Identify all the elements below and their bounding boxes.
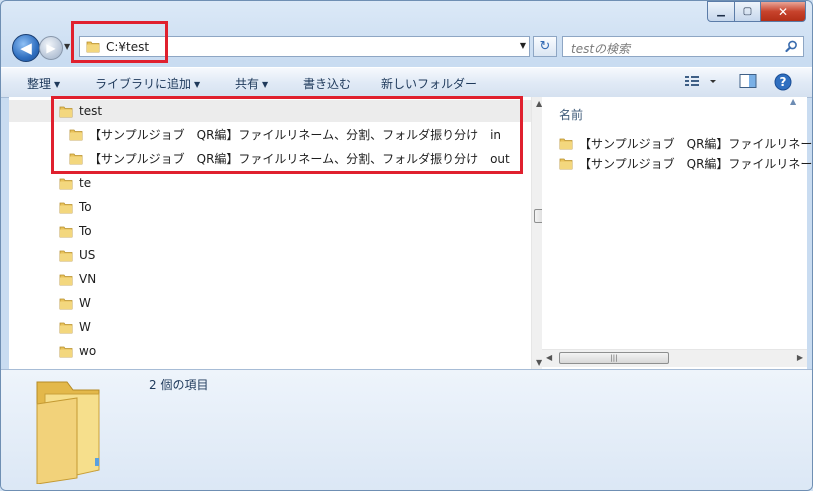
back-button[interactable]: ◀ xyxy=(12,34,40,62)
tree-item[interactable]: VN xyxy=(59,268,96,290)
tree-item-label: To xyxy=(79,224,92,238)
folder-icon xyxy=(59,298,73,310)
tree-item[interactable]: To xyxy=(59,220,92,242)
window-controls: ▁ ▢ ✕ xyxy=(707,1,806,22)
file-list-item-label: 【サンプルジョブ QR編】ファイルリネーム、分割、フォルダ振り分け out xyxy=(579,156,813,171)
organize-menu[interactable]: 整理 ▼ xyxy=(27,75,60,92)
refresh-button[interactable]: ↻ xyxy=(533,36,557,57)
preview-pane-icon[interactable] xyxy=(739,73,757,92)
share-menu[interactable]: 共有 ▼ xyxy=(235,75,268,92)
folder-icon xyxy=(59,250,73,262)
address-highlight-box xyxy=(71,21,168,63)
minimize-button[interactable]: ▁ xyxy=(707,1,735,22)
chevron-down-icon: ▼ xyxy=(194,80,201,89)
include-in-library-label: ライブラリに追加 xyxy=(95,77,192,91)
folder-icon xyxy=(59,202,73,214)
tree-item-label: W xyxy=(79,320,91,334)
explorer-window: ▁ ▢ ✕ ◀ ▶ ▼ C:¥test ▼ ↻ testの検索 整理 ▼ ライブラ… xyxy=(0,0,813,491)
tree-item-label: te xyxy=(79,176,92,190)
sort-ascending-icon: ▲ xyxy=(790,97,797,106)
tree-item[interactable]: To xyxy=(59,196,92,218)
share-label: 共有 xyxy=(235,77,260,91)
close-button[interactable]: ✕ xyxy=(761,1,806,22)
tree-item-label: W xyxy=(79,296,91,310)
folder-icon xyxy=(59,274,73,286)
tree-item[interactable]: te xyxy=(59,172,91,194)
scroll-left-icon[interactable]: ◀ xyxy=(546,353,552,362)
tree-item-label: To xyxy=(79,200,92,214)
tree-item[interactable]: W xyxy=(59,316,91,338)
details-pane: 2 個の項目 xyxy=(1,369,812,490)
tree-item[interactable]: wo xyxy=(59,340,96,362)
folder-icon xyxy=(59,178,73,190)
burn-button[interactable]: 書き込む xyxy=(303,75,351,92)
organize-label: 整理 xyxy=(27,77,52,91)
file-list-item[interactable]: 【サンプルジョブ QR編】ファイルリネーム、分割、フォルダ振り分け out xyxy=(559,153,813,173)
file-list-item-label: 【サンプルジョブ QR編】ファイルリネーム、分割、フォルダ振り分け in xyxy=(579,136,813,151)
folder-icon xyxy=(59,346,73,358)
command-bar: 整理 ▼ ライブラリに追加 ▼ 共有 ▼ 書き込む 新しいフォルダー ? xyxy=(1,67,812,98)
folder-icon xyxy=(559,158,573,170)
view-options-icon[interactable] xyxy=(684,73,716,92)
search-placeholder: testの検索 xyxy=(571,42,631,56)
folder-icon xyxy=(59,322,73,334)
tree-item-label: VN xyxy=(79,272,97,286)
item-count: 2 個の項目 xyxy=(149,378,209,392)
forward-button[interactable]: ▶ xyxy=(39,36,63,60)
help-icon[interactable]: ? xyxy=(774,73,792,94)
tree-highlight-box xyxy=(51,96,523,174)
chevron-down-icon: ▼ xyxy=(262,80,269,89)
chevron-down-icon[interactable]: ▼ xyxy=(520,41,526,50)
search-input[interactable]: testの検索 xyxy=(562,36,804,57)
tree-item[interactable]: US xyxy=(59,244,95,266)
file-list-item[interactable]: 【サンプルジョブ QR編】ファイルリネーム、分割、フォルダ振り分け in xyxy=(559,133,813,153)
search-icon[interactable] xyxy=(785,40,798,56)
folder-icon xyxy=(59,226,73,238)
recent-pages-dropdown[interactable]: ▼ xyxy=(64,42,70,51)
maximize-button[interactable]: ▢ xyxy=(735,1,761,22)
svg-text:?: ? xyxy=(780,75,787,89)
tree-item-label: US xyxy=(79,248,96,262)
new-folder-button[interactable]: 新しいフォルダー xyxy=(381,75,477,92)
file-list-pane[interactable]: ▲ 名前 【サンプルジョブ QR編】ファイルリネーム、分割、フォルダ振り分け i… xyxy=(542,97,812,369)
chevron-down-icon: ▼ xyxy=(54,80,61,89)
include-in-library-menu[interactable]: ライブラリに追加 ▼ xyxy=(95,75,200,92)
tree-item-label: wo xyxy=(79,344,97,358)
scroll-right-icon[interactable]: ▶ xyxy=(797,353,803,362)
file-list-horizontal-scrollbar[interactable]: ◀ ||| ▶ xyxy=(542,349,807,367)
large-folder-icon xyxy=(36,381,100,484)
column-header-name[interactable]: 名前 xyxy=(559,106,583,123)
scroll-thumb[interactable]: ||| xyxy=(559,352,669,364)
folder-icon xyxy=(559,138,573,150)
tree-item[interactable]: W xyxy=(59,292,91,314)
